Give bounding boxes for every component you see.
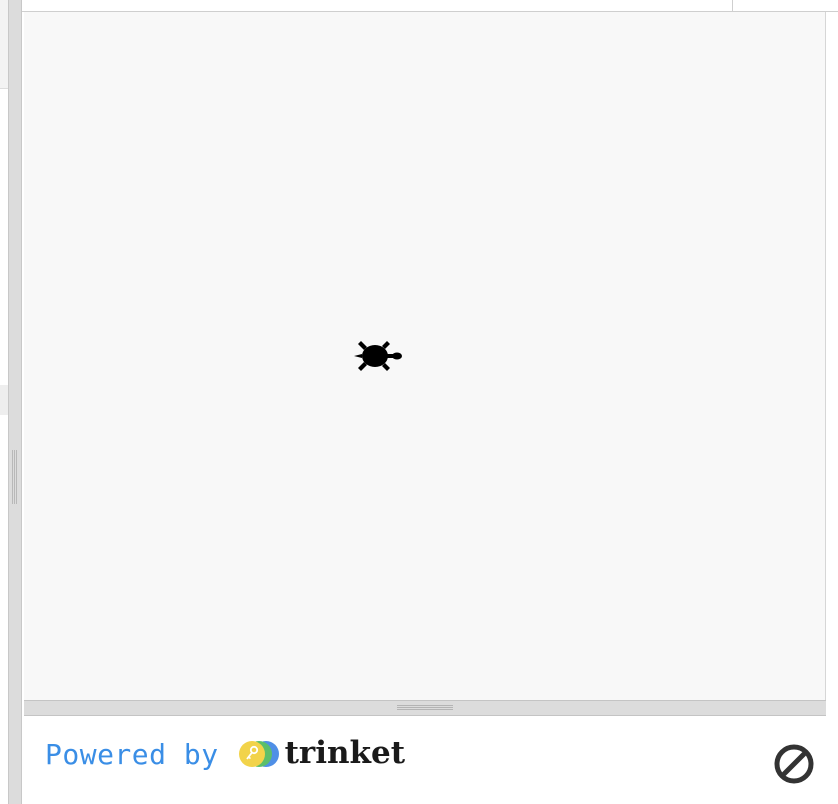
code-editor-edge xyxy=(0,0,8,804)
splitter-grip-icon[interactable] xyxy=(397,705,453,711)
editor-header-edge xyxy=(0,0,8,89)
trinket-brand-name: trinket xyxy=(284,735,406,771)
vertical-pane-splitter[interactable] xyxy=(8,0,22,804)
turtle-canvas[interactable] xyxy=(24,12,826,700)
output-top-bar xyxy=(22,0,838,12)
editor-line-highlight xyxy=(0,385,8,415)
output-footer: Powered by trinket xyxy=(24,716,826,804)
trinket-logo-icon xyxy=(238,741,279,767)
horizontal-pane-splitter[interactable] xyxy=(24,700,826,716)
splitter-grip-icon[interactable] xyxy=(12,450,18,504)
trinket-output-view: Powered by trinket xyxy=(0,0,838,804)
stop-icon[interactable] xyxy=(772,742,816,786)
top-bar-divider xyxy=(732,0,733,12)
powered-by-label: Powered by xyxy=(45,737,219,771)
powered-by-trinket-link[interactable]: Powered by trinket xyxy=(45,735,406,772)
turtle-icon xyxy=(354,341,402,371)
